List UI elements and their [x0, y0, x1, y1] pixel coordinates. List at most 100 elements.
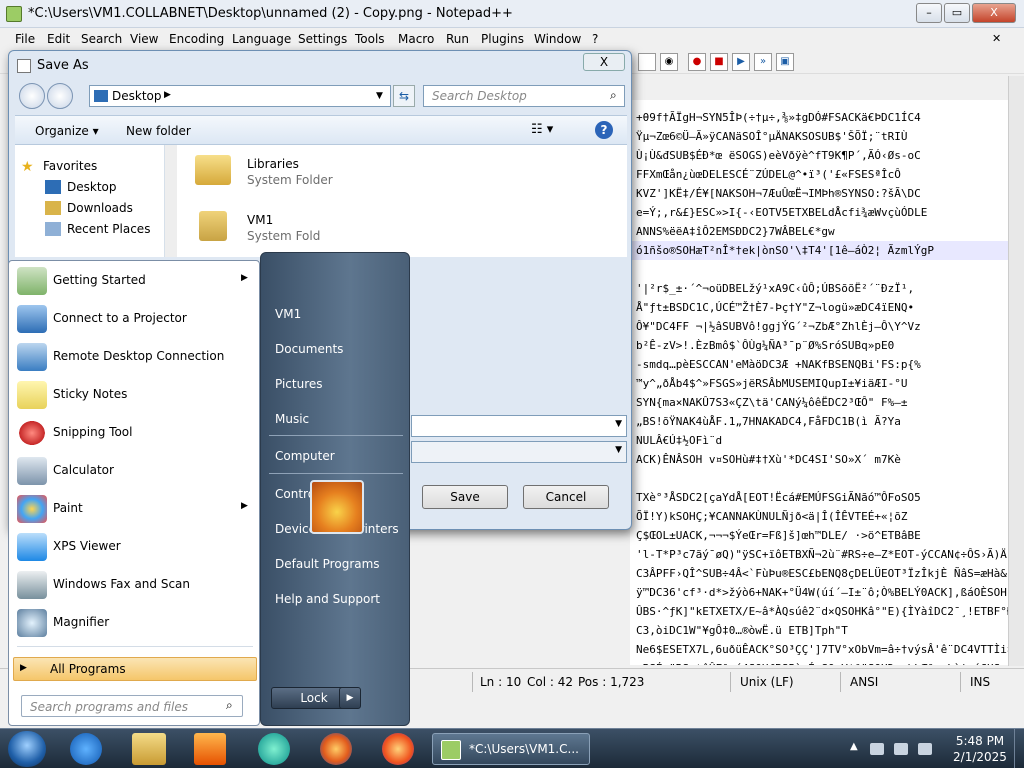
editor-line[interactable]: ÕÏ!Y)kSOHÇ;¥CANNAKÙNULÑjð<ä|Î(ÎÊVTEÉ+«¦õ… [636, 507, 908, 526]
save-button[interactable]: Save [422, 485, 508, 509]
nav-favorites[interactable]: ★ Favorites [21, 159, 97, 175]
menu-file[interactable]: File [15, 32, 35, 46]
refresh-button[interactable]: ⇆ [393, 85, 415, 107]
editor-line[interactable]: ó1ñšo®SOHæT²nÎ*†ek|ònSO'\‡T4'[1ê–áÒ2¦ Ãz… [630, 241, 1024, 260]
play-macro-icon[interactable]: ▶ [732, 53, 750, 71]
back-button[interactable] [19, 83, 45, 109]
menu-window[interactable]: Window [534, 32, 581, 46]
file-item-vm1[interactable]: VM1 System Fold [187, 209, 387, 255]
nav-desktop[interactable]: Desktop [45, 180, 117, 194]
firefox-nightly-icon[interactable] [382, 733, 414, 765]
show-desktop-button[interactable] [1014, 729, 1024, 768]
minimize-button[interactable]: – [916, 3, 942, 23]
editor-text-area[interactable]: +θ9f†ÃÏgH¬SYN5ÎÞ(÷†µ÷,⅜»‡gDÓ#FSACKä€ÞDC1… [630, 100, 1024, 665]
editor-line[interactable]: 'l-T*P³c7ãý¯øQ)"ÿSC+ïôETBXÑ¬2ù¨#RS÷e–Z*E… [636, 545, 1014, 564]
start-search-input[interactable]: Search programs and files ⌕ [21, 695, 243, 717]
editor-line[interactable]: Ne6$ESETX7L,6uðüÊACK°SO³ÇÇ']7TV°xObVm=â÷… [636, 640, 1024, 659]
menu-plugins[interactable]: Plugins [481, 32, 524, 46]
user-picture-avatar[interactable] [310, 480, 364, 534]
editor-line[interactable]: Ô¥"DC4FF ¬|½âSUBVô!ggjÝG´²¬ZbÆ°ZhlÈj–Ô\Y… [636, 317, 921, 336]
organize-button[interactable]: Organize ▾ [35, 124, 99, 138]
save-as-type-dropdown[interactable]: ▼ [411, 441, 627, 463]
menu-run[interactable]: Run [446, 32, 469, 46]
program-calculator[interactable]: Calculator [13, 453, 257, 489]
record-macro-icon[interactable]: ● [688, 53, 706, 71]
maximize-button[interactable]: ▭ [944, 3, 970, 23]
editor-line[interactable]: FFXmŒån¿ùœDELESCÉ¨ZÚDEL@^•ï³('£«FSESªÎcÔ [636, 165, 901, 184]
program-snipping-tool[interactable]: Snipping Tool [13, 415, 257, 451]
program-remote-desktop[interactable]: Remote Desktop Connection [13, 339, 257, 375]
program-sticky-notes[interactable]: Sticky Notes [13, 377, 257, 413]
program-getting-started[interactable]: Getting Started ▶ [13, 263, 257, 299]
editor-line[interactable]: +θ9f†ÃÏgH¬SYN5ÎÞ(÷†µ÷,⅜»‡gDÓ#FSACKä€ÞDC1… [636, 108, 921, 127]
internet-explorer-icon[interactable] [70, 733, 102, 765]
menu-encoding[interactable]: Encoding [169, 32, 224, 46]
app-icon[interactable] [258, 733, 290, 765]
editor-scrollbar[interactable] [1008, 76, 1024, 666]
menu-language[interactable]: Language [232, 32, 291, 46]
chevron-down-icon[interactable]: ▼ [376, 91, 383, 101]
eye-icon[interactable]: ◉ [660, 53, 678, 71]
menu-view[interactable]: View [130, 32, 158, 46]
firefox-icon[interactable] [320, 733, 352, 765]
editor-line[interactable]: NULÂ€Ú‡½OFì¨d [636, 431, 722, 450]
help-icon[interactable]: ? [595, 121, 613, 139]
program-xps-viewer[interactable]: XPS Viewer [13, 529, 257, 565]
editor-line[interactable]: '|²r$_±·´^¬oüDBELžý¹xA9C‹ûÔ;ÚBSõõË²´¨ÐzÏ… [636, 279, 914, 298]
editor-line[interactable]: -smdq…pèESCCAN'eMàöDC3Æ +NAKfBSENQBi'FS:… [636, 355, 921, 374]
taskbar-notepadpp[interactable]: *C:\Users\VM1.C... [432, 733, 590, 765]
editor-line[interactable]: b²Ê-zV>!.ÈzBmô$`ÔÙg¼ÑA³¯p¨Ø%SróSUBq»pE0 [636, 336, 894, 355]
editor-line[interactable]: Å"ƒt±BSDC1C,ÚCÉ™Ž†È7-Þç†Y"Z¬logü»æDC4ïEN… [636, 298, 914, 317]
editor-line[interactable]: C3,òiDC1W"¥gÔ‡0…®òwË.ü ETB]Tph"T [636, 621, 848, 640]
stop-macro-icon[interactable]: ■ [710, 53, 728, 71]
menu-search[interactable]: Search [81, 32, 122, 46]
editor-line[interactable]: KVZ']KË‡/É¥[NAKSOH¬7ÆuÛœË¬IMÞh®SYNSO:?šÃ… [636, 184, 921, 203]
menu-macro[interactable]: Macro [398, 32, 434, 46]
search-icon[interactable]: ⌕ [226, 698, 233, 713]
nav-recent-places[interactable]: Recent Places [45, 222, 150, 236]
start-right-pictures[interactable]: Pictures [275, 377, 323, 391]
start-right-help-support[interactable]: Help and Support [275, 592, 380, 606]
editor-line[interactable]: ÿ™DC36'cf³·d*>žýò6+NAK+°Ü4W(úí´—I±¨ô;Ò%B… [636, 583, 1024, 602]
editor-line[interactable]: -BSÉe¨RSytêÛF°eá4SOHfBS5è+É«SO¿V*³üSOHD,… [636, 659, 1024, 665]
menu-tools[interactable]: Tools [355, 32, 385, 46]
editor-line[interactable]: ÛBS·^ƒK]"kETXETX/E~â*ÀQsúê2¨d×QSOHKâ°"E)… [636, 602, 1024, 621]
cancel-button[interactable]: Cancel [523, 485, 609, 509]
close-button[interactable]: X [972, 3, 1016, 23]
start-right-documents[interactable]: Documents [275, 342, 343, 356]
editor-line[interactable]: ACK)ÊNÂSOH v¤SOHù#‡†Xù'*DC4SI'SO»X´ m7Kè [636, 450, 901, 469]
start-right-vm1[interactable]: VM1 [275, 307, 301, 321]
program-paint[interactable]: Paint ▶ [13, 491, 257, 527]
start-right-music[interactable]: Music [275, 412, 309, 426]
run-multiple-macro-icon[interactable]: » [754, 53, 772, 71]
search-icon[interactable]: ⌕ [610, 88, 617, 103]
volume-muted-icon[interactable] [918, 743, 932, 755]
program-connect-projector[interactable]: Connect to a Projector [13, 301, 257, 337]
editor-line[interactable]: Ÿµ¬Zœ6©Ü–Ã»ÿCANäSOÎ°µÄNAKSOSUB$'ŠÕÏ;¨tRI… [636, 127, 908, 146]
save-macro-icon[interactable]: ▣ [776, 53, 794, 71]
menu-settings[interactable]: Settings [298, 32, 347, 46]
view-options-icon[interactable]: ☷ ▾ [531, 122, 553, 137]
file-name-field[interactable]: ▼ [411, 415, 627, 437]
start-orb-button[interactable] [8, 731, 46, 767]
file-explorer-icon[interactable] [132, 733, 166, 765]
address-bar[interactable]: Desktop ▶ ▼ [89, 85, 391, 107]
editor-line[interactable]: e=Ý;,r&£}ESC»>I{-‹EOTV5ETXBELdÅcfi¾æWvçù… [636, 203, 927, 222]
close-document-icon[interactable]: ✕ [992, 32, 1001, 45]
all-programs-button[interactable]: ▶ All Programs [13, 657, 257, 681]
editor-line[interactable]: ANNS%ëëA‡îÔ2EMSÐDC2}7WÂBEL€*gw [636, 222, 835, 241]
nav-scrollbar[interactable] [165, 145, 177, 257]
editor-line[interactable]: Ù¡Ù&đSUB$ÉÐ*œ ëSOGS)eèVðÿè^fT9K¶P´,ÃÓ‹Øs… [636, 146, 921, 165]
file-item-libraries[interactable]: Libraries System Folder [187, 153, 387, 199]
editor-line[interactable]: „BS!õŸNAK4ùÅF.1„7HNAKADC4,FåFDC1B(ì Ã?Ya [636, 412, 901, 431]
nav-downloads[interactable]: Downloads [45, 201, 133, 215]
show-hidden-icons-icon[interactable]: ▲ [850, 741, 858, 752]
start-right-default-programs[interactable]: Default Programs [275, 557, 380, 571]
dialog-close-button[interactable]: X [583, 53, 625, 71]
program-fax-scan[interactable]: Windows Fax and Scan [13, 567, 257, 603]
editor-line[interactable]: SYN{ma×NAKÛ7S3«ÇZ\tä'CANý¼ôêËDC2³ŒÔ" F%–… [636, 393, 908, 412]
action-center-icon[interactable] [894, 743, 908, 755]
search-input[interactable]: Search Desktop ⌕ [423, 85, 625, 107]
editor-line[interactable]: ™y^„ðÅb4$^»FSGS»jëRSÂbMUSEMIQupI±¥iäÆI-°… [636, 374, 908, 393]
shutdown-options-button[interactable]: ▶ [339, 687, 361, 709]
